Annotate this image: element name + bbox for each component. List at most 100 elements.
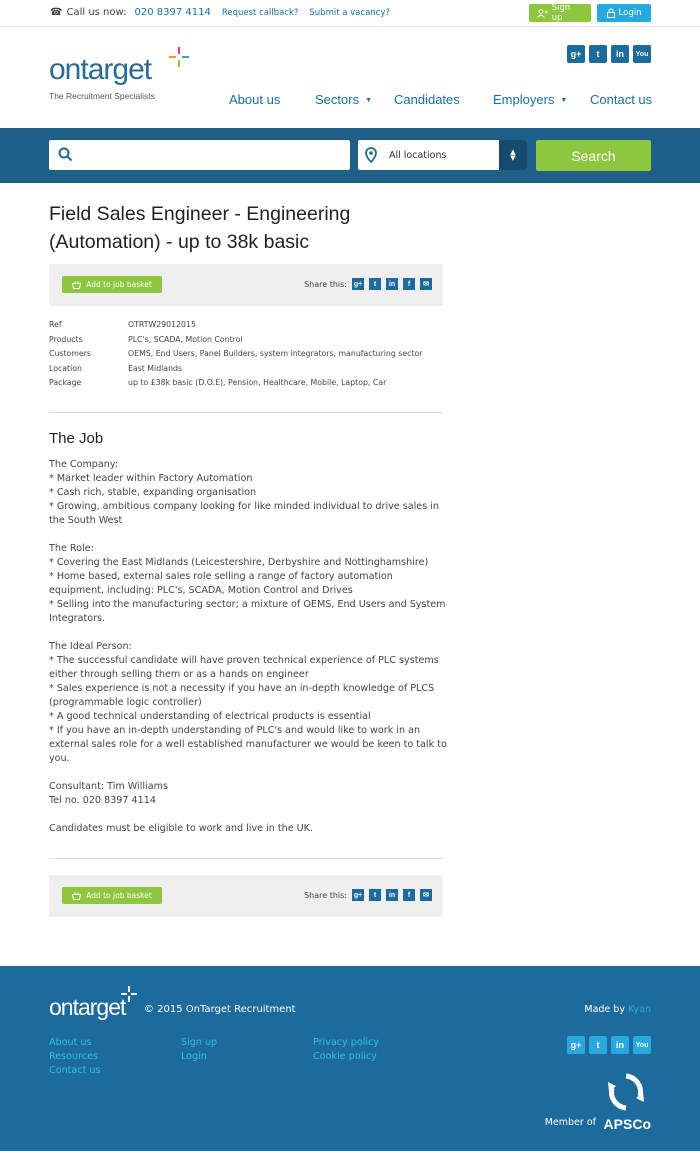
footer-links-col-3: Privacy policy Cookie policy bbox=[313, 1036, 379, 1064]
copyright: © 2015 OnTarget Recruitment bbox=[144, 1004, 296, 1015]
job-description-line: * The successful candidate will have pro… bbox=[49, 655, 439, 680]
basket-icon bbox=[72, 280, 82, 289]
add-to-basket-button[interactable]: Add to job basket bbox=[62, 276, 162, 293]
meta-key: Products bbox=[49, 334, 83, 344]
job-description-line: * If you have an in-depth understanding … bbox=[49, 725, 447, 764]
linkedin-icon[interactable]: in bbox=[611, 45, 629, 63]
request-callback-link[interactable]: Request callback? bbox=[222, 8, 299, 18]
kyan-link[interactable]: Kyan bbox=[628, 1004, 651, 1015]
divider bbox=[49, 858, 443, 859]
job-description-line: Consultant: Tim Williams bbox=[49, 781, 168, 792]
job-meta: Ref OTRTW29012015 Products PLC's, SCADA, M… bbox=[49, 320, 423, 393]
search-button[interactable]: Search bbox=[536, 140, 651, 171]
nav-contact-us[interactable]: Contact us bbox=[590, 92, 652, 107]
facebook-icon[interactable]: f bbox=[403, 278, 415, 290]
section-heading: The Job bbox=[49, 430, 104, 447]
phone-number-link[interactable]: 020 8397 4114 bbox=[135, 7, 211, 18]
google-plus-icon[interactable]: g+ bbox=[352, 278, 364, 290]
map-pin-icon bbox=[365, 147, 377, 163]
meta-key: Location bbox=[49, 363, 82, 373]
twitter-icon[interactable]: t bbox=[589, 45, 607, 63]
share-label: Share this: bbox=[304, 890, 347, 900]
job-description-line bbox=[49, 626, 449, 640]
twitter-icon[interactable]: t bbox=[369, 889, 381, 901]
submit-vacancy-link[interactable]: Submit a vacancy? bbox=[309, 8, 390, 18]
footer-link-cookie[interactable]: Cookie policy bbox=[313, 1050, 379, 1064]
email-icon[interactable]: ✉ bbox=[420, 278, 432, 290]
lock-icon bbox=[606, 8, 615, 18]
meta-row: Products PLC's, SCADA, Motion Control bbox=[49, 335, 423, 350]
meta-row: Customers OEMS, End Users, Panel Builders… bbox=[49, 349, 423, 364]
basket-icon bbox=[72, 891, 82, 900]
footer-link-login[interactable]: Login bbox=[181, 1050, 217, 1064]
share-links: Share this: g+ t in f ✉ bbox=[304, 278, 432, 290]
meta-value: PLC's, SCADA, Motion Control bbox=[128, 334, 243, 344]
google-plus-icon[interactable]: g+ bbox=[567, 1036, 585, 1054]
nav-employers-label: Employers bbox=[493, 92, 555, 107]
add-user-icon bbox=[537, 8, 548, 18]
google-plus-icon[interactable]: g+ bbox=[352, 889, 364, 901]
keyword-search-input[interactable] bbox=[49, 140, 350, 170]
logo-crosshair-icon bbox=[169, 47, 189, 67]
job-title-line-2: (Automation) - up to 38k basic bbox=[49, 231, 310, 253]
apsco-membership: Member of APSCo bbox=[501, 1072, 651, 1136]
job-description-line: Tel no. 020 8397 4114 bbox=[49, 795, 156, 806]
job-title: Field Sales Engineer - Engineering (Auto… bbox=[49, 200, 443, 256]
location-select[interactable]: All locations ▲ ▼ bbox=[358, 140, 527, 170]
footer-link-resources[interactable]: Resources bbox=[49, 1050, 100, 1064]
footer-link-contact[interactable]: Contact us bbox=[49, 1064, 100, 1078]
linkedin-icon[interactable]: in bbox=[611, 1036, 629, 1054]
phone-icon: ☎ bbox=[50, 7, 63, 18]
twitter-icon[interactable]: t bbox=[369, 278, 381, 290]
job-description-line: * Covering the East Midlands (Leicesters… bbox=[49, 557, 429, 568]
google-plus-icon[interactable]: g+ bbox=[567, 45, 585, 63]
add-to-basket-label: Add to job basket bbox=[86, 280, 152, 289]
divider bbox=[49, 412, 443, 413]
job-description-line: * Market leader within Factory Automatio… bbox=[49, 473, 253, 484]
add-to-basket-label: Add to job basket bbox=[86, 891, 152, 900]
chevron-down-icon: ▼ bbox=[365, 97, 373, 104]
footer-link-signup[interactable]: Sign up bbox=[181, 1036, 217, 1050]
site-logo[interactable]: ontarget The Recruitment Specialists bbox=[49, 55, 155, 102]
sign-up-button[interactable]: Sign up bbox=[529, 3, 591, 23]
job-title-line-1: Field Sales Engineer - Engineering bbox=[49, 203, 351, 225]
footer-link-privacy[interactable]: Privacy policy bbox=[313, 1036, 379, 1050]
email-icon[interactable]: ✉ bbox=[420, 889, 432, 901]
linkedin-icon[interactable]: in bbox=[386, 278, 398, 290]
nav-sectors[interactable]: Sectors ▼ bbox=[315, 92, 372, 107]
top-bar: ☎ Call us now: 020 8397 4114 Request cal… bbox=[0, 0, 700, 27]
meta-row: Ref OTRTW29012015 bbox=[49, 320, 423, 335]
job-actions-top: Add to job basket Share this: g+ t in f … bbox=[49, 264, 443, 306]
member-of-label: Member of bbox=[544, 1117, 596, 1128]
location-value: All locations bbox=[389, 150, 447, 161]
footer-social-links: g+ t in You bbox=[567, 1036, 651, 1054]
made-by: Made by Kyan bbox=[584, 1004, 651, 1015]
job-description-line: * Home based, external sales role sellin… bbox=[49, 571, 393, 596]
nav-candidates[interactable]: Candidates bbox=[394, 92, 460, 107]
job-description-line: * Sales experience is not a necessity if… bbox=[49, 683, 435, 708]
job-description-line: Candidates must be eligible to work and … bbox=[49, 823, 314, 834]
youtube-icon[interactable]: You bbox=[633, 45, 651, 63]
share-links: Share this: g+ t in f ✉ bbox=[304, 889, 432, 901]
login-button[interactable]: Login bbox=[597, 4, 651, 22]
chevron-down-icon: ▼ bbox=[560, 97, 568, 104]
nav-employers[interactable]: Employers ▼ bbox=[493, 92, 567, 107]
meta-key: Customers bbox=[49, 349, 91, 359]
footer-link-about[interactable]: About us bbox=[49, 1036, 100, 1050]
meta-key: Package bbox=[49, 378, 82, 388]
apsco-logo-icon bbox=[608, 1073, 644, 1111]
nav-about-us[interactable]: About us bbox=[229, 92, 280, 107]
twitter-icon[interactable]: t bbox=[589, 1036, 607, 1054]
facebook-icon[interactable]: f bbox=[403, 889, 415, 901]
header-social-links: g+ t in You bbox=[567, 45, 651, 63]
meta-value: East Midlands bbox=[128, 363, 183, 373]
youtube-icon[interactable]: You bbox=[633, 1036, 651, 1054]
call-label: Call us now: bbox=[66, 7, 127, 18]
add-to-basket-button[interactable]: Add to job basket bbox=[62, 887, 162, 904]
meta-row: Location East Midlands bbox=[49, 364, 423, 379]
footer-logo[interactable]: ontarget bbox=[49, 994, 126, 1021]
job-description: The Company: * Market leader within Facto… bbox=[49, 458, 449, 836]
share-label: Share this: bbox=[304, 279, 347, 289]
search-icon bbox=[58, 147, 73, 162]
linkedin-icon[interactable]: in bbox=[386, 889, 398, 901]
